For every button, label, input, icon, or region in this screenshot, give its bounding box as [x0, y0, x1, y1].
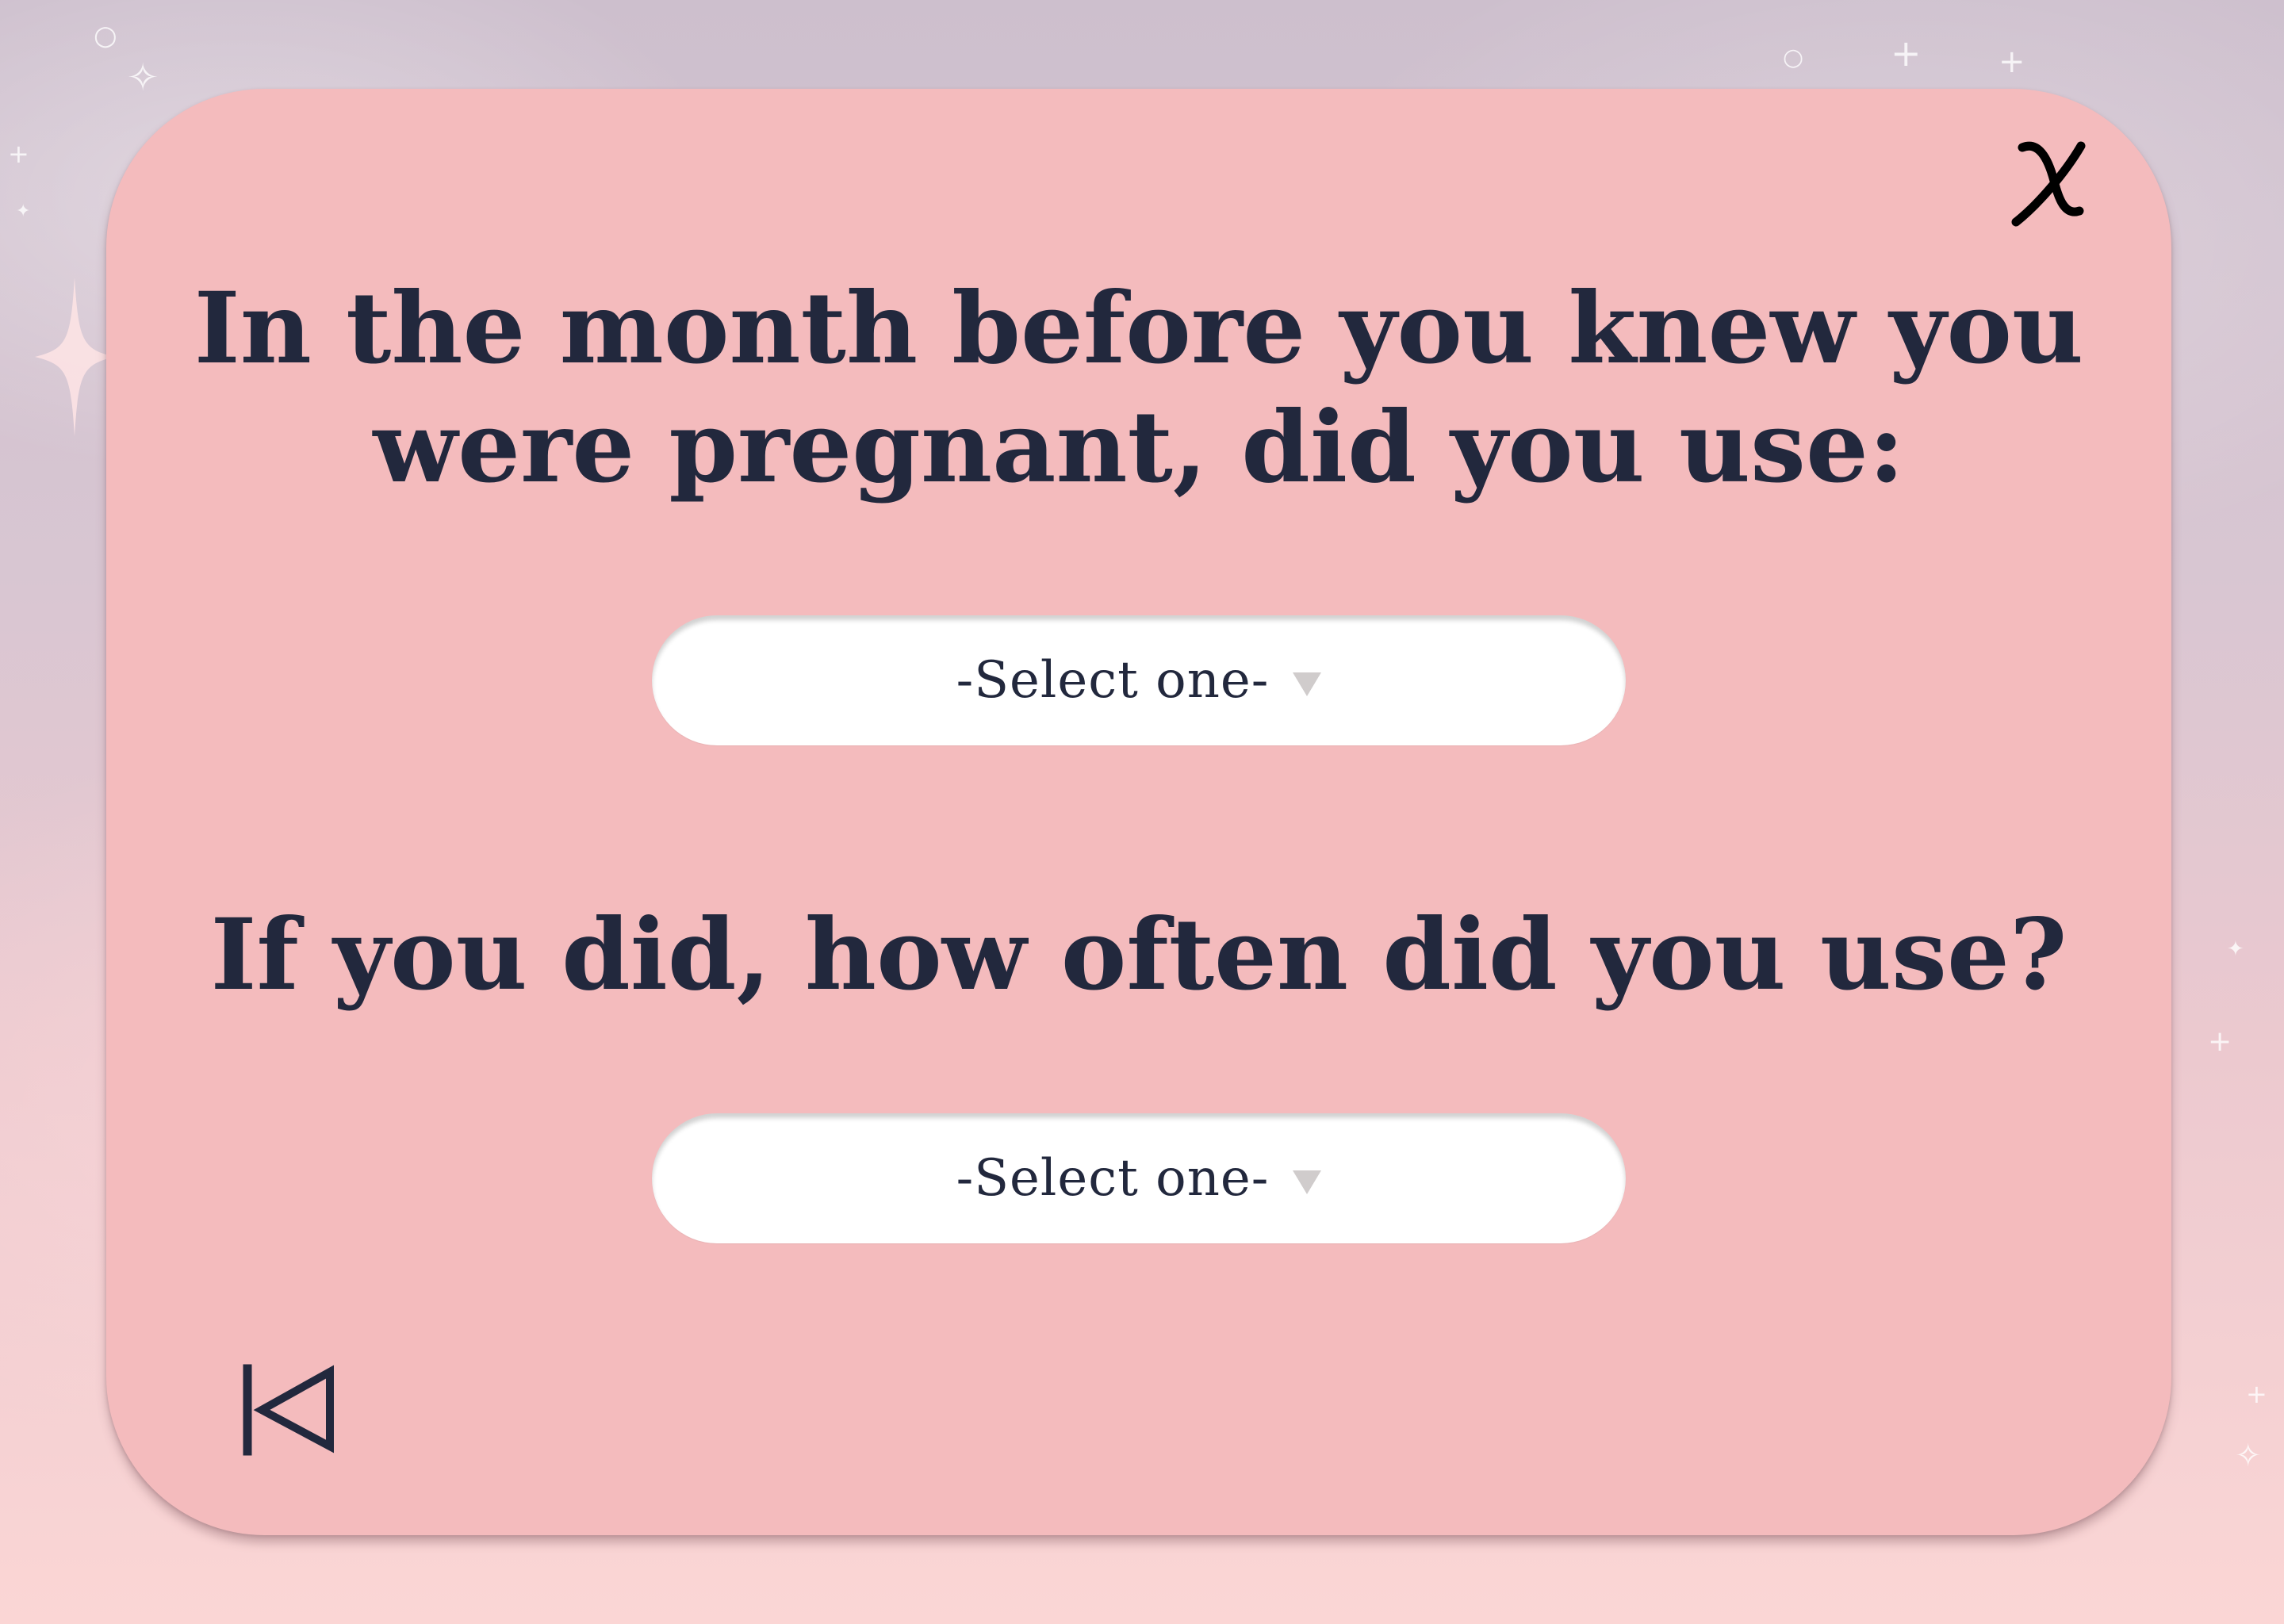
back-button[interactable]	[241, 1361, 336, 1456]
sparkle-decoration: ○	[1783, 44, 1804, 71]
triangle-down-icon	[1293, 672, 1322, 696]
triangle-down-icon	[1293, 1170, 1322, 1194]
question-2-text: If you did, how often did you use?	[210, 898, 2067, 1013]
frequency-select-dropdown[interactable]: -Select one-	[652, 1113, 1626, 1243]
usage-select-value: -Select one-	[956, 651, 1270, 710]
sparkle-decoration: ○	[94, 20, 117, 52]
frequency-select-value: -Select one-	[956, 1149, 1270, 1208]
sparkle-decoration: ✧	[2235, 1438, 2262, 1474]
sparkle-decoration: +	[1891, 32, 1922, 75]
question-1-text: In the month before you knew you were pr…	[194, 271, 2084, 505]
large-sparkle-decoration	[35, 278, 114, 436]
close-icon	[2011, 141, 2086, 227]
close-button[interactable]	[2006, 133, 2094, 236]
sparkle-decoration: ✦	[2227, 937, 2244, 961]
sparkle-decoration: +	[2246, 1379, 2267, 1409]
sparkle-decoration: ✧	[127, 56, 159, 100]
skip-back-icon	[243, 1364, 334, 1456]
usage-select-dropdown[interactable]: -Select one-	[652, 615, 1626, 745]
sparkle-decoration: +	[8, 139, 29, 169]
sparkle-decoration: +	[2208, 1025, 2232, 1058]
sparkle-decoration: +	[1998, 44, 2025, 80]
sparkle-decoration: ✦	[16, 201, 31, 221]
